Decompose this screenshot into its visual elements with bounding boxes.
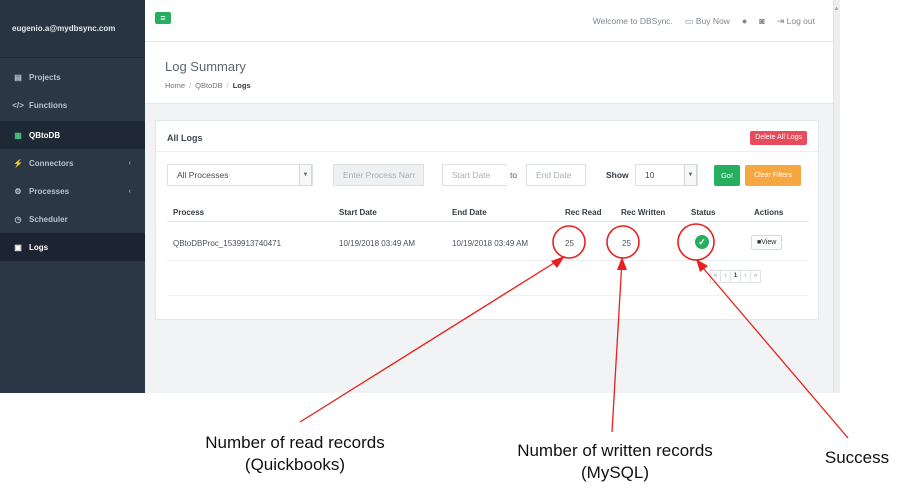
column-header-rec-read: Rec Read xyxy=(565,208,602,217)
view-log-button[interactable]: ■View xyxy=(751,235,783,250)
breadcrumb-separator: / xyxy=(226,81,229,90)
annotation-read-line2: (Quickbooks) xyxy=(244,455,346,474)
sidebar-item-connectors[interactable]: ⚡ Connectors ‹ xyxy=(0,149,145,177)
sidebar-item-logs[interactable]: ▣ Logs xyxy=(0,233,145,261)
breadcrumb-separator: / xyxy=(189,81,192,90)
process-name-input[interactable]: Enter Process Narr xyxy=(333,164,424,186)
sidebar-item-label: Scheduler xyxy=(29,214,68,224)
column-header-status: Status xyxy=(691,208,716,217)
divider xyxy=(156,151,818,152)
menu-toggle-button[interactable]: ≡ xyxy=(155,12,171,24)
page-title: Log Summary xyxy=(165,59,246,74)
stage: eugenio.a@mydbsync.com ▤ Projects </> Fu… xyxy=(0,0,901,490)
sidebar-item-label: QBtoDB xyxy=(29,130,61,140)
cell-rec-written: 25 xyxy=(622,239,631,248)
logout-icon: ⇥ xyxy=(776,15,785,26)
show-label: Show xyxy=(606,170,629,180)
annotation-written-line1: Number of written records xyxy=(517,441,713,460)
chevron-down-icon: ▼ xyxy=(299,164,312,186)
column-header-end-date: End Date xyxy=(452,208,487,217)
end-date-input[interactable]: End Date xyxy=(526,164,586,186)
log-icon: ▣ xyxy=(14,242,22,252)
column-header-start-date: Start Date xyxy=(339,208,377,217)
sidebar-item-label: Projects xyxy=(29,72,61,82)
chat-icon[interactable]: ◙ xyxy=(759,16,764,26)
annotation-read-line1: Number of read records xyxy=(205,433,385,452)
success-check-icon: ✓ xyxy=(695,235,709,249)
go-button[interactable]: Go! xyxy=(714,165,740,186)
start-date-input[interactable]: Start Date xyxy=(442,164,507,186)
welcome-text: Welcome to DBSync. xyxy=(592,16,673,26)
code-icon: </> xyxy=(12,100,24,110)
page-size-value: 10 xyxy=(645,170,655,180)
annotation-success: Success xyxy=(824,448,890,467)
cell-rec-read: 25 xyxy=(565,239,574,248)
column-header-actions: Actions xyxy=(754,208,784,217)
breadcrumb: Home / QBtoDB / Logs xyxy=(165,81,251,90)
annotation-written-line2: (MySQL) xyxy=(581,463,649,482)
cell-end-date: 10/19/2018 03:49 AM xyxy=(452,239,529,248)
scroll-up-arrow-icon[interactable]: ▲ xyxy=(833,6,840,12)
info-icon[interactable]: ● xyxy=(742,16,747,26)
process-select[interactable]: All Processes ▼ xyxy=(167,164,313,186)
divider xyxy=(167,260,809,261)
sidebar-item-qbtodb[interactable]: ▦ QBtoDB xyxy=(0,121,145,149)
annotation-written-records: Number of written records (MySQL) xyxy=(480,440,750,484)
divider xyxy=(167,295,809,296)
list-icon: ▤ xyxy=(14,72,22,82)
annotation-read-records: Number of read records (Quickbooks) xyxy=(170,432,420,476)
sidebar: eugenio.a@mydbsync.com ▤ Projects </> Fu… xyxy=(0,0,145,393)
grid-icon: ▦ xyxy=(14,130,22,140)
column-header-rec-written: Rec Written xyxy=(621,208,666,217)
scrollbar[interactable] xyxy=(833,0,840,393)
card-title: All Logs xyxy=(167,133,203,143)
sidebar-item-label: Processes xyxy=(29,186,70,196)
chevron-left-icon: ‹ xyxy=(128,159,131,167)
top-nav-links: Welcome to DBSync. ▭ Buy Now ● ◙ ⇥ Log o… xyxy=(593,0,815,42)
logout-link[interactable]: ⇥ Log out xyxy=(777,16,815,27)
sidebar-item-projects[interactable]: ▤ Projects xyxy=(0,63,145,91)
logout-label: Log out xyxy=(786,15,815,26)
breadcrumb-current: Logs xyxy=(232,81,251,90)
process-select-value: All Processes xyxy=(177,170,229,180)
pagination-last[interactable]: » xyxy=(750,270,761,283)
cart-icon: ▭ xyxy=(684,15,694,26)
delete-all-logs-button[interactable]: Delete All Logs xyxy=(750,131,807,145)
divider xyxy=(167,221,809,222)
date-range-to-label: to xyxy=(510,170,518,180)
page-size-select[interactable]: 10 ▼ xyxy=(635,164,698,186)
sidebar-item-scheduler[interactable]: ◷ Scheduler xyxy=(0,205,145,233)
breadcrumb-qbtodb[interactable]: QBtoDB xyxy=(195,81,223,90)
buy-now-label: Buy Now xyxy=(695,15,730,26)
column-header-process: Process xyxy=(173,208,205,217)
all-logs-card: All Logs Delete All Logs All Processes ▼… xyxy=(155,120,819,320)
pagination: « ‹ 1 › » xyxy=(710,270,761,283)
dbsync-app-window: eugenio.a@mydbsync.com ▤ Projects </> Fu… xyxy=(0,0,840,393)
sidebar-item-label: Connectors xyxy=(29,158,74,168)
sidebar-item-processes[interactable]: ⚙ Processes ‹ xyxy=(0,177,145,205)
sidebar-user-email[interactable]: eugenio.a@mydbsync.com xyxy=(0,0,145,58)
chevron-left-icon: ‹ xyxy=(128,187,131,195)
page-header: Log Summary Home / QBtoDB / Logs xyxy=(145,42,833,104)
clock-icon: ◷ xyxy=(14,214,22,224)
cogs-icon: ⚙ xyxy=(14,186,22,196)
cell-process: QBtoDBProc_1539913740471 xyxy=(173,239,282,248)
sidebar-item-functions[interactable]: </> Functions xyxy=(0,91,145,119)
view-label: View xyxy=(761,239,777,246)
buy-now-link[interactable]: ▭ Buy Now xyxy=(685,16,730,27)
cell-start-date: 10/19/2018 03:49 AM xyxy=(339,239,416,248)
chevron-down-icon: ▼ xyxy=(684,164,697,186)
breadcrumb-home[interactable]: Home xyxy=(165,81,185,90)
sidebar-item-label: Functions xyxy=(29,100,68,110)
top-navbar: ≡ Welcome to DBSync. ▭ Buy Now ● ◙ ⇥ Log… xyxy=(145,0,833,42)
plug-icon: ⚡ xyxy=(13,158,23,168)
clear-filters-button[interactable]: Clear Filters xyxy=(745,165,801,186)
sidebar-item-label: Logs xyxy=(29,242,49,252)
